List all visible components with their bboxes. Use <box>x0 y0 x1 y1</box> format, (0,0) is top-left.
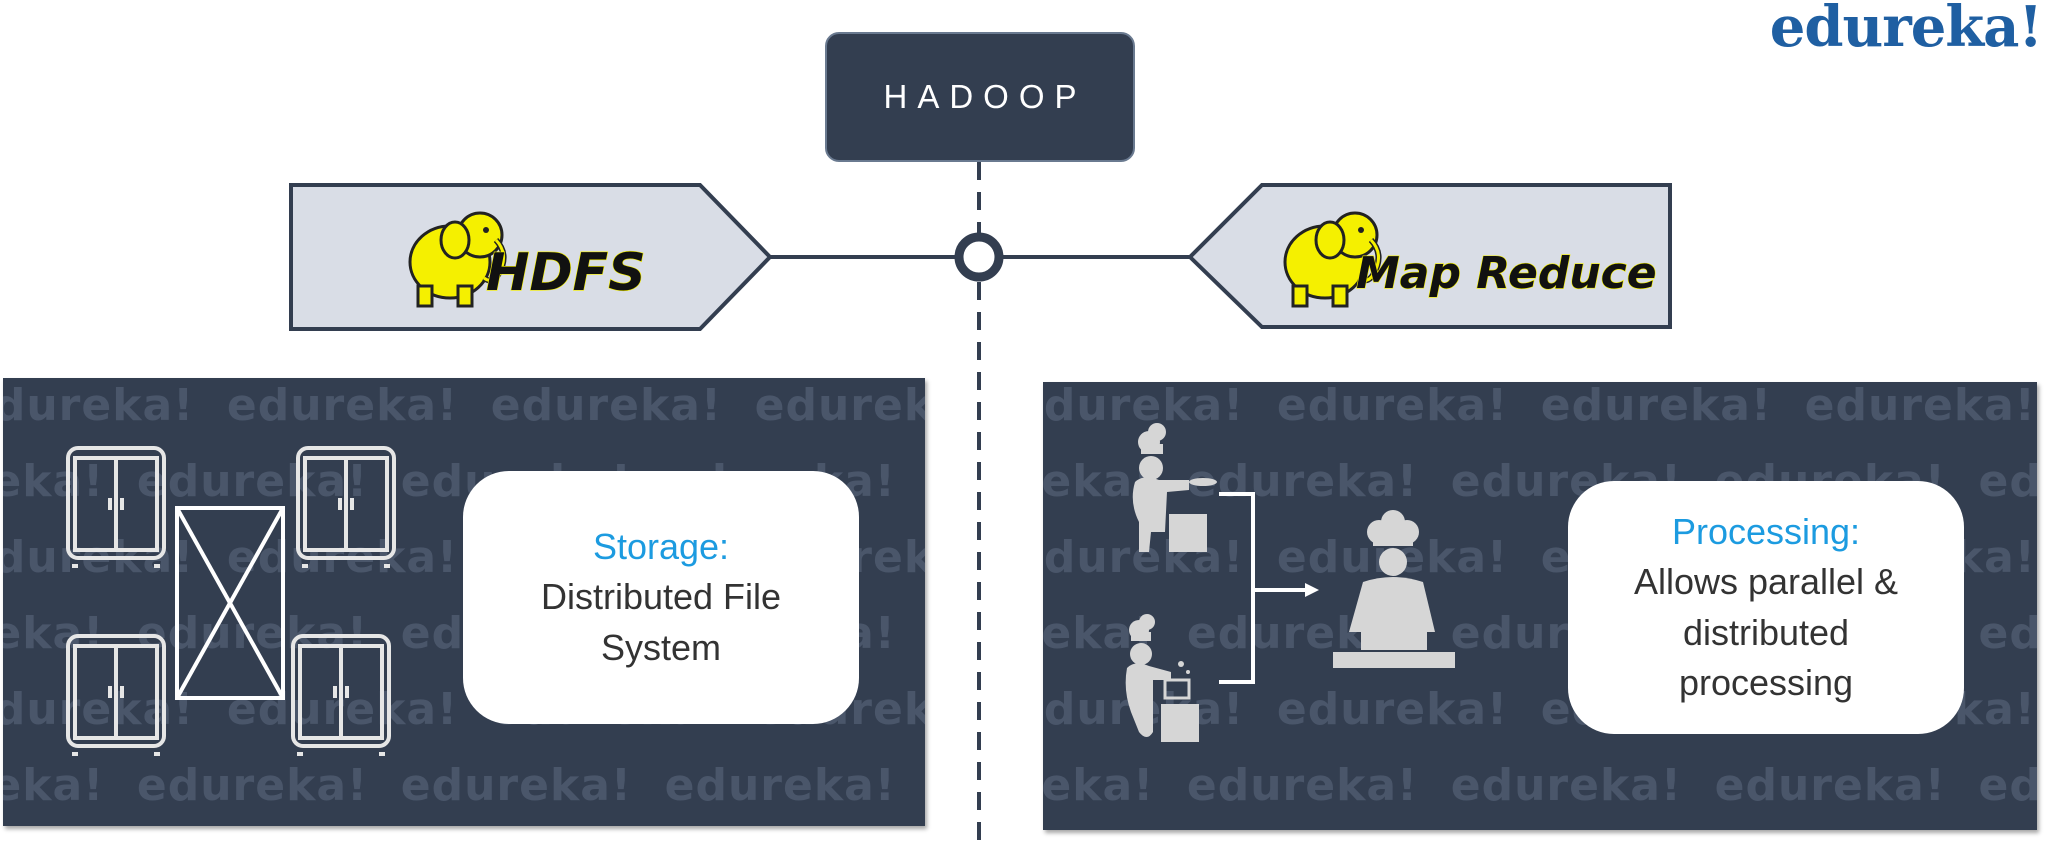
storage-body-line2: System <box>600 626 722 668</box>
hdfs-tag: HDFS <box>289 183 773 331</box>
head-chef-icon <box>1333 510 1455 668</box>
cabinet-icon <box>66 446 166 568</box>
chef-icon <box>1132 423 1217 552</box>
connector-hub <box>954 232 1004 282</box>
processing-heading: Processing: <box>1671 510 1861 552</box>
processing-body-line1: Allows parallel & <box>1633 561 1899 603</box>
hdfs-label: HDFS <box>486 243 646 303</box>
cabinet-icon <box>66 634 166 756</box>
bracket-arrow-icon <box>1219 492 1319 684</box>
storage-panel: edureka! edureka! edureka! edureka! edur… <box>3 378 925 826</box>
processing-body-line3: processing <box>1678 661 1854 703</box>
mapreduce-tag: Map Reduce <box>1187 183 1672 329</box>
storage-heading: Storage: <box>592 525 730 567</box>
crossed-box-icon <box>175 506 285 700</box>
processing-card: Processing: Allows parallel & distribute… <box>1568 481 1964 734</box>
cabinet-icon <box>296 446 396 568</box>
mapreduce-label: Map Reduce <box>1356 248 1657 299</box>
storage-icons <box>66 446 396 756</box>
cabinet-icon <box>291 634 391 756</box>
processing-body-line2: distributed <box>1682 611 1850 653</box>
storage-body-line1: Distributed File <box>540 576 782 618</box>
storage-card: Storage: Distributed File System <box>463 471 859 724</box>
processing-panel: edureka! edureka! edureka! edureka! edur… <box>1043 382 2037 830</box>
processing-icons <box>1125 423 1455 742</box>
chef-icon <box>1125 614 1199 742</box>
